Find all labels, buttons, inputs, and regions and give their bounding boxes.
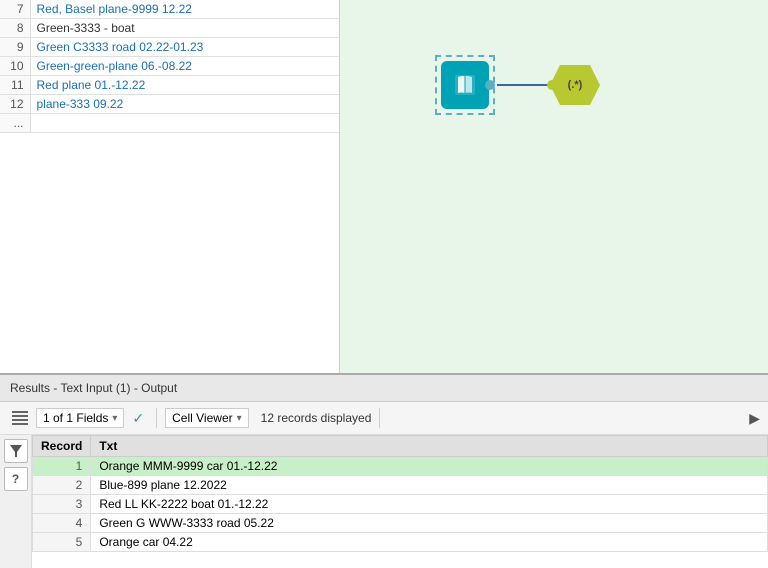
result-row-num: 1 bbox=[33, 457, 91, 476]
viewer-label: Cell Viewer bbox=[172, 411, 232, 425]
toolbar-separator-1 bbox=[156, 408, 157, 428]
row-text: Green-3333 - boat bbox=[30, 19, 339, 38]
result-row[interactable]: 4 Green G WWW-3333 road 05.22 bbox=[33, 514, 768, 533]
left-table-row: 9 Green C3333 road 02.22-01.23 bbox=[0, 38, 339, 57]
row-num: 9 bbox=[0, 38, 30, 57]
result-row-num: 3 bbox=[33, 495, 91, 514]
results-content: ? Record Txt 1 Orange MMM-9999 car 01.-1… bbox=[0, 435, 768, 568]
text-input-node[interactable] bbox=[435, 55, 495, 115]
col-header-txt: Txt bbox=[91, 436, 768, 457]
bottom-panel: Results - Text Input (1) - Output 1 of 1… bbox=[0, 373, 768, 568]
row-text: Green C3333 road 02.22-01.23 bbox=[30, 38, 339, 57]
row-text: Red, Basel plane-9999 12.22 bbox=[30, 0, 339, 19]
left-table-row: 7 Red, Basel plane-9999 12.22 bbox=[0, 0, 339, 19]
help-button[interactable]: ? bbox=[4, 467, 28, 491]
result-row[interactable]: 5 Orange car 04.22 bbox=[33, 533, 768, 552]
result-row-text: Red LL KK-2222 boat 01.-12.22 bbox=[91, 495, 768, 514]
row-text: Red plane 01.-12.22 bbox=[30, 76, 339, 95]
viewer-dropdown[interactable]: Cell Viewer ▾ bbox=[165, 408, 249, 428]
canvas-area: (.*) bbox=[340, 0, 768, 373]
main-area: 7 Red, Basel plane-9999 12.22 8 Green-33… bbox=[0, 0, 768, 373]
row-text: Green-green-plane 06.-08.22 bbox=[30, 57, 339, 76]
result-row-num: 2 bbox=[33, 476, 91, 495]
result-row-num: 5 bbox=[33, 533, 91, 552]
row-num: 7 bbox=[0, 0, 30, 19]
result-row-num: 4 bbox=[33, 514, 91, 533]
text-input-node-inner bbox=[441, 61, 489, 109]
records-count: 12 records displayed bbox=[261, 411, 372, 425]
row-num: 12 bbox=[0, 95, 30, 114]
col-header-record: Record bbox=[33, 436, 91, 457]
result-row-text: Green G WWW-3333 road 05.22 bbox=[91, 514, 768, 533]
result-row-text: Blue-899 plane 12.2022 bbox=[91, 476, 768, 495]
viewer-chevron: ▾ bbox=[237, 413, 242, 424]
result-row-text: Orange car 04.22 bbox=[91, 533, 768, 552]
results-table-wrap: Record Txt 1 Orange MMM-9999 car 01.-12.… bbox=[32, 435, 768, 568]
book-icon bbox=[451, 71, 479, 99]
fields-label: 1 of 1 Fields bbox=[43, 411, 108, 425]
row-num: 8 bbox=[0, 19, 30, 38]
row-text bbox=[30, 114, 339, 133]
fields-chevron: ▾ bbox=[112, 413, 117, 424]
left-table-row: 10 Green-green-plane 06.-08.22 bbox=[0, 57, 339, 76]
checkmark-icon[interactable]: ✓ bbox=[128, 410, 148, 427]
results-title: Results - Text Input (1) - Output bbox=[10, 381, 177, 395]
row-text: plane-333 09.22 bbox=[30, 95, 339, 114]
results-sidebar: ? bbox=[0, 435, 32, 568]
results-header: Results - Text Input (1) - Output bbox=[0, 375, 768, 402]
menu-icon[interactable] bbox=[8, 406, 32, 430]
canvas-panel: (.*) bbox=[340, 0, 768, 373]
scroll-right-button[interactable]: ▶ bbox=[749, 410, 760, 427]
left-panel: 7 Red, Basel plane-9999 12.22 8 Green-33… bbox=[0, 0, 340, 373]
regex-node-label: (.*) bbox=[568, 79, 583, 91]
fields-dropdown[interactable]: 1 of 1 Fields ▾ bbox=[36, 408, 124, 428]
result-row[interactable]: 3 Red LL KK-2222 boat 01.-12.22 bbox=[33, 495, 768, 514]
result-row-text: Orange MMM-9999 car 01.-12.22 bbox=[91, 457, 768, 476]
row-num: 10 bbox=[0, 57, 30, 76]
filter-button[interactable] bbox=[4, 439, 28, 463]
result-row[interactable]: 2 Blue-899 plane 12.2022 bbox=[33, 476, 768, 495]
left-table-row: 11 Red plane 01.-12.22 bbox=[0, 76, 339, 95]
row-num: ... bbox=[0, 114, 30, 133]
left-table-row: 8 Green-3333 - boat bbox=[0, 19, 339, 38]
left-table-row: 12 plane-333 09.22 bbox=[0, 95, 339, 114]
question-mark-icon: ? bbox=[12, 472, 19, 486]
results-table: Record Txt 1 Orange MMM-9999 car 01.-12.… bbox=[32, 435, 768, 552]
toolbar-separator-2 bbox=[379, 408, 380, 428]
connector-line bbox=[497, 84, 552, 86]
regex-node[interactable]: (.*) bbox=[550, 65, 600, 105]
result-row[interactable]: 1 Orange MMM-9999 car 01.-12.22 bbox=[33, 457, 768, 476]
left-table: 7 Red, Basel plane-9999 12.22 8 Green-33… bbox=[0, 0, 339, 133]
lines-icon bbox=[12, 411, 28, 425]
results-toolbar: 1 of 1 Fields ▾ ✓ Cell Viewer ▾ 12 recor… bbox=[0, 402, 768, 435]
left-table-row: ... bbox=[0, 114, 339, 133]
funnel-icon bbox=[9, 444, 23, 458]
row-num: 11 bbox=[0, 76, 30, 95]
